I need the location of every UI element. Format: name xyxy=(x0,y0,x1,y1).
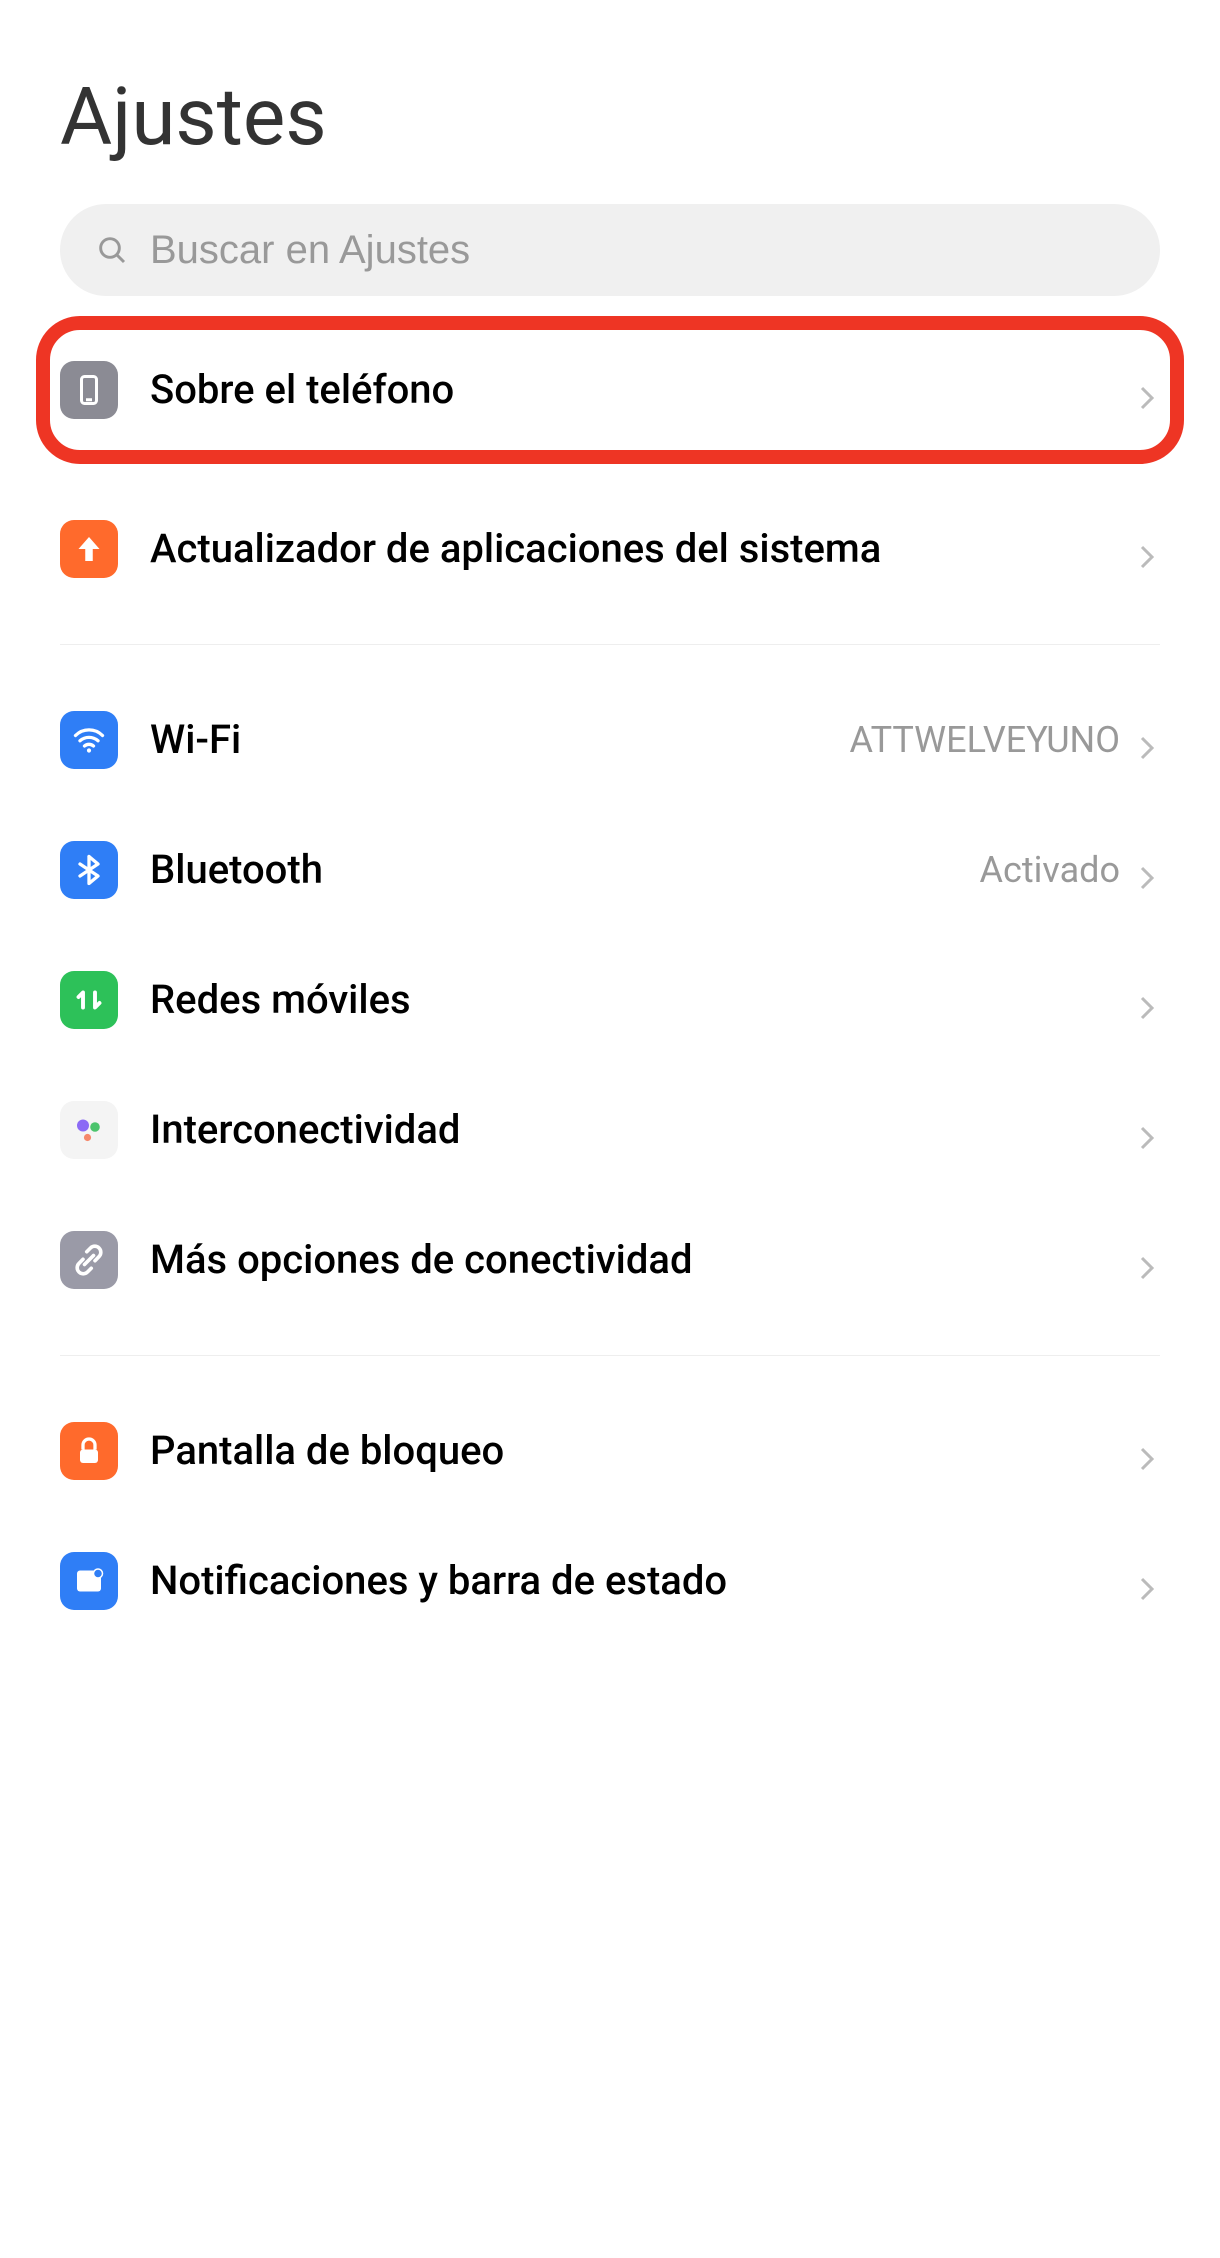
row-lock-screen[interactable]: Pantalla de bloqueo xyxy=(60,1386,1160,1516)
search-icon xyxy=(96,234,128,266)
interconnectivity-icon xyxy=(60,1101,118,1159)
row-system-updater[interactable]: Actualizador de aplicaciones del sistema xyxy=(60,484,1160,614)
wifi-icon xyxy=(60,711,118,769)
notifications-icon xyxy=(60,1552,118,1610)
row-more-connectivity[interactable]: Más opciones de conectividad xyxy=(60,1195,1160,1325)
lock-icon xyxy=(60,1422,118,1480)
setting-value: ATTWELVEYUNO xyxy=(849,719,1120,761)
chevron-right-icon xyxy=(1136,728,1160,752)
row-interconnectivity[interactable]: Interconectividad xyxy=(60,1065,1160,1195)
setting-label: Notificaciones y barra de estado xyxy=(150,1555,1136,1607)
setting-label: Redes móviles xyxy=(150,974,1136,1026)
setting-label: Bluetooth xyxy=(150,844,980,896)
chevron-right-icon xyxy=(1136,1439,1160,1463)
row-wifi[interactable]: Wi-Fi ATTWELVEYUNO xyxy=(60,675,1160,805)
bluetooth-icon xyxy=(60,841,118,899)
setting-label: Wi-Fi xyxy=(150,714,849,766)
chevron-right-icon xyxy=(1136,1248,1160,1272)
row-about-phone[interactable]: Sobre el teléfono xyxy=(60,340,1160,440)
search-bar[interactable] xyxy=(60,204,1160,296)
phone-icon xyxy=(60,361,118,419)
setting-label: Sobre el teléfono xyxy=(150,364,1136,416)
chevron-right-icon xyxy=(1136,1569,1160,1593)
page-title: Ajustes xyxy=(60,0,1160,204)
mobile-data-icon xyxy=(60,971,118,1029)
setting-label: Más opciones de conectividad xyxy=(150,1234,1136,1286)
setting-label: Interconectividad xyxy=(150,1104,1136,1156)
setting-label: Pantalla de bloqueo xyxy=(150,1425,1136,1477)
chevron-right-icon xyxy=(1136,1118,1160,1142)
chevron-right-icon xyxy=(1136,858,1160,882)
highlighted-ring: Sobre el teléfono xyxy=(36,316,1184,464)
setting-value: Activado xyxy=(980,849,1120,891)
chevron-right-icon xyxy=(1136,988,1160,1012)
upload-arrow-icon xyxy=(60,520,118,578)
setting-label: Actualizador de aplicaciones del sistema xyxy=(150,523,1136,575)
chevron-right-icon xyxy=(1136,378,1160,402)
row-bluetooth[interactable]: Bluetooth Activado xyxy=(60,805,1160,935)
row-mobile-networks[interactable]: Redes móviles xyxy=(60,935,1160,1065)
divider xyxy=(60,644,1160,645)
chevron-right-icon xyxy=(1136,537,1160,561)
row-notifications[interactable]: Notificaciones y barra de estado xyxy=(60,1516,1160,1646)
link-icon xyxy=(60,1231,118,1289)
divider xyxy=(60,1355,1160,1356)
search-input[interactable] xyxy=(150,228,1124,273)
